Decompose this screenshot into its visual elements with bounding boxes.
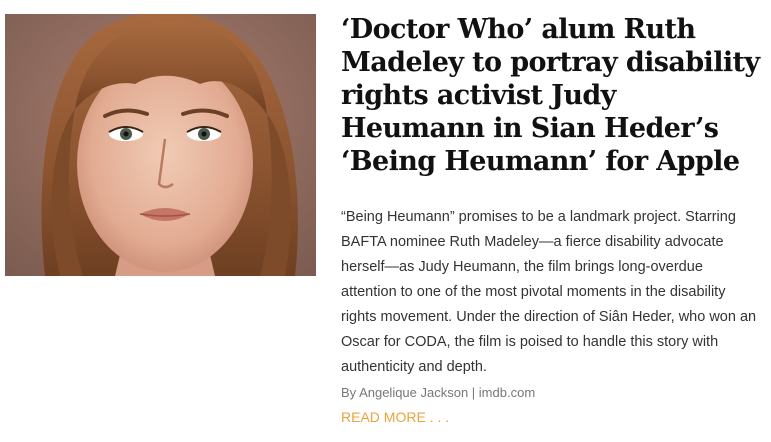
article-byline: By Angelique Jackson | imdb.com xyxy=(341,385,536,400)
article-headline[interactable]: ‘Doctor Who’ alum Ruth Madeley to portra… xyxy=(341,13,761,178)
article-summary: “Being Heumann” promises to be a landmar… xyxy=(341,209,757,375)
read-more-link[interactable]: READ MORE . . . xyxy=(341,407,449,427)
article-thumbnail[interactable] xyxy=(5,14,316,276)
article-card: ‘Doctor Who’ alum Ruth Madeley to portra… xyxy=(0,0,771,442)
portrait-image xyxy=(5,14,316,276)
